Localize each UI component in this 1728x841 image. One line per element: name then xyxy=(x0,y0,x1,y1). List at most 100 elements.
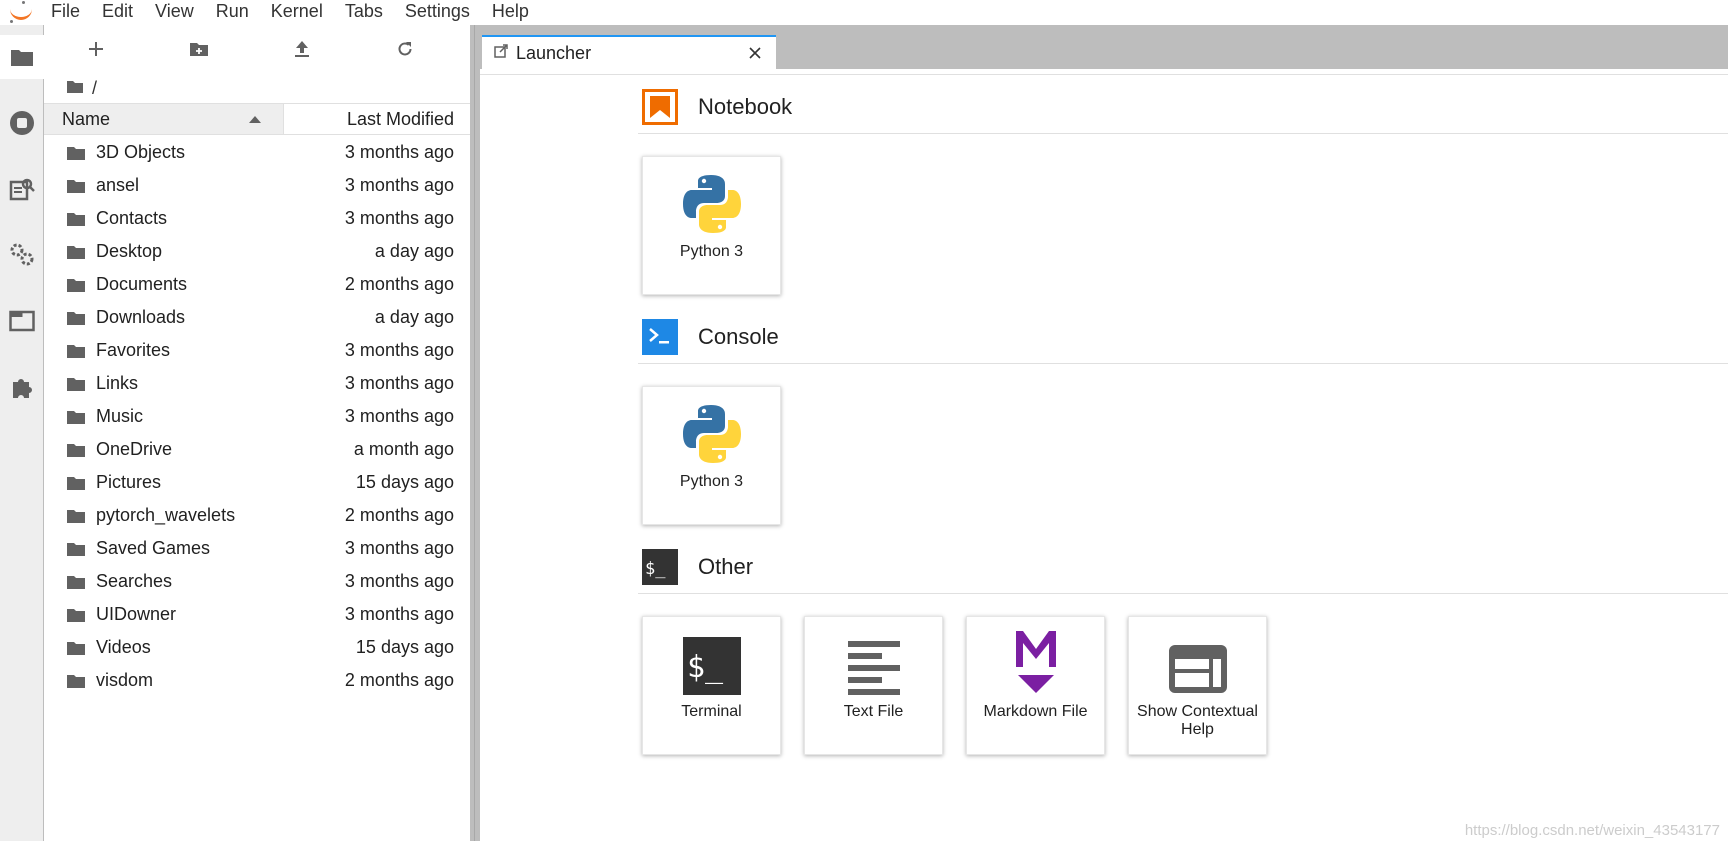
file-row[interactable]: Music 3 months ago xyxy=(44,400,470,433)
file-modified: 2 months ago xyxy=(344,505,454,525)
card-label: Markdown File xyxy=(983,703,1088,720)
file-row[interactable]: Videos 15 days ago xyxy=(44,631,470,664)
folder-icon xyxy=(66,178,86,194)
breadcrumb: / xyxy=(44,73,470,103)
card-text-file[interactable]: Text File xyxy=(804,616,943,755)
folder-icon xyxy=(66,310,86,326)
file-row[interactable]: Searches 3 months ago xyxy=(44,565,470,598)
column-modified-label: Last Modified xyxy=(346,108,454,129)
folder-icon xyxy=(66,211,86,227)
card-terminal[interactable]: $_ Terminal xyxy=(642,616,781,755)
breadcrumb-root[interactable]: / xyxy=(92,78,97,99)
refresh-icon[interactable] xyxy=(353,25,456,73)
file-row[interactable]: Desktop a day ago xyxy=(44,235,470,268)
file-row[interactable]: Documents 2 months ago xyxy=(44,268,470,301)
menu-tabs[interactable]: Tabs xyxy=(334,0,394,25)
file-modified: 3 months ago xyxy=(344,373,454,393)
file-row[interactable]: Saved Games 3 months ago xyxy=(44,532,470,565)
folder-icon[interactable] xyxy=(0,35,44,79)
menu-kernel[interactable]: Kernel xyxy=(260,0,334,25)
folder-icon xyxy=(66,376,86,392)
file-name: ansel xyxy=(96,175,140,195)
menu-edit[interactable]: Edit xyxy=(91,0,144,25)
file-modified: 3 months ago xyxy=(344,340,454,360)
menu-help[interactable]: Help xyxy=(481,0,540,25)
card-console-python3[interactable]: Python 3 xyxy=(642,386,781,525)
card-markdown-file[interactable]: Markdown File xyxy=(966,616,1105,755)
file-name: Pictures xyxy=(96,472,162,492)
file-modified: 15 days ago xyxy=(355,637,454,657)
sort-ascending-icon xyxy=(249,115,261,123)
tab-label: Launcher xyxy=(516,42,592,63)
folder-icon xyxy=(66,640,86,656)
python-logo-icon xyxy=(643,387,780,469)
file-row[interactable]: UIDowner 3 months ago xyxy=(44,598,470,631)
folder-icon xyxy=(66,145,86,161)
file-row[interactable]: pytorch_wavelets 2 months ago xyxy=(44,499,470,532)
card-label: Python 3 xyxy=(679,473,744,490)
file-row[interactable]: Contacts 3 months ago xyxy=(44,202,470,235)
launcher: Notebook Python 3 Console Python 3 $_ Ot… xyxy=(480,76,1728,841)
menu-settings[interactable]: Settings xyxy=(394,0,481,25)
upload-icon[interactable] xyxy=(250,25,353,73)
panel-splitter[interactable] xyxy=(470,25,480,841)
file-name: Links xyxy=(96,373,139,393)
column-name[interactable]: Name xyxy=(44,104,284,134)
card-contextual-help[interactable]: Show Contextual Help xyxy=(1128,616,1267,755)
tabs-icon[interactable] xyxy=(6,305,38,337)
watermark: https://blog.csdn.net/weixin_43543177 xyxy=(1464,822,1720,839)
tab-bar: Launcher xyxy=(480,25,1728,69)
file-row[interactable]: Links 3 months ago xyxy=(44,367,470,400)
file-row[interactable]: Pictures 15 days ago xyxy=(44,466,470,499)
file-row[interactable]: Downloads a day ago xyxy=(44,301,470,334)
folder-icon xyxy=(66,574,86,590)
commands-icon[interactable] xyxy=(6,173,38,205)
file-modified: 3 months ago xyxy=(344,538,454,558)
folder-icon xyxy=(66,475,86,491)
file-name: Downloads xyxy=(96,307,186,327)
card-notebook-python3[interactable]: Python 3 xyxy=(642,156,781,295)
running-icon[interactable] xyxy=(6,107,38,139)
tab-launcher[interactable]: Launcher xyxy=(482,35,776,69)
card-label: Python 3 xyxy=(679,243,744,260)
file-browser: / Name Last Modified 3D Objects 3 months … xyxy=(44,25,470,841)
python-logo-icon xyxy=(643,157,780,239)
extension-icon[interactable] xyxy=(6,371,38,403)
file-row[interactable]: OneDrive a month ago xyxy=(44,433,470,466)
file-modified: 3 months ago xyxy=(344,175,454,195)
new-folder-icon[interactable] xyxy=(147,25,250,73)
file-modified: 3 months ago xyxy=(344,604,454,624)
file-name: Saved Games xyxy=(96,538,211,558)
file-name: OneDrive xyxy=(96,439,173,459)
folder-icon xyxy=(66,607,86,623)
menu-run[interactable]: Run xyxy=(205,0,260,25)
file-row[interactable]: visdom 2 months ago xyxy=(44,664,470,697)
file-row[interactable]: ansel 3 months ago xyxy=(44,169,470,202)
terminal-section-icon: $_ xyxy=(642,548,678,585)
close-icon[interactable] xyxy=(746,44,764,62)
new-launcher-icon[interactable] xyxy=(44,25,147,73)
svg-text:$_: $_ xyxy=(687,650,724,685)
folder-icon xyxy=(66,409,86,425)
column-last-modified[interactable]: Last Modified xyxy=(284,104,470,134)
menu-bar: File Edit View Run Kernel Tabs Settings … xyxy=(0,0,1728,25)
file-name: pytorch_wavelets xyxy=(96,505,236,525)
menu-view[interactable]: View xyxy=(144,0,205,25)
file-name: Documents xyxy=(96,274,188,294)
file-modified: 3 months ago xyxy=(344,142,454,162)
file-row[interactable]: 3D Objects 3 months ago xyxy=(44,136,470,169)
svg-text:$_: $_ xyxy=(645,559,666,579)
activity-bar xyxy=(0,25,44,841)
file-name: Music xyxy=(96,406,144,426)
folder-icon xyxy=(66,508,86,524)
property-inspector-icon[interactable] xyxy=(6,239,38,271)
folder-icon xyxy=(66,673,86,689)
file-browser-toolbar xyxy=(44,25,470,73)
file-modified: a day ago xyxy=(374,307,454,327)
file-name: 3D Objects xyxy=(96,142,186,162)
file-modified: a month ago xyxy=(353,439,454,459)
menu-file[interactable]: File xyxy=(40,0,91,25)
card-label: Text File xyxy=(843,703,904,720)
file-row[interactable]: Favorites 3 months ago xyxy=(44,334,470,367)
home-folder-icon[interactable] xyxy=(66,78,84,99)
